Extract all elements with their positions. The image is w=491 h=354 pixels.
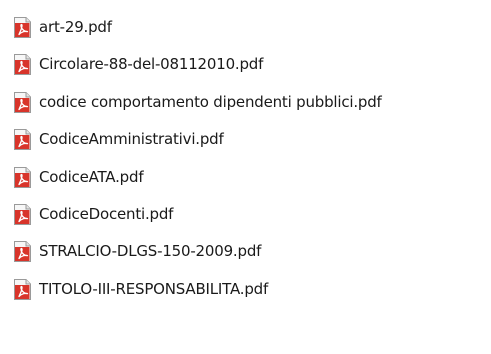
file-item[interactable]: STRALCIO-DLGS-150-2009.pdf xyxy=(11,240,382,263)
file-item[interactable]: TITOLO-III-RESPONSABILITA.pdf xyxy=(11,278,382,301)
file-name: STRALCIO-DLGS-150-2009.pdf xyxy=(39,242,262,261)
pdf-file-icon xyxy=(14,91,31,113)
file-name: TITOLO-III-RESPONSABILITA.pdf xyxy=(39,279,269,298)
pdf-file-icon xyxy=(14,54,31,76)
pdf-file-icon xyxy=(14,278,31,300)
pdf-file-icon xyxy=(14,203,31,225)
pdf-file-icon xyxy=(14,241,31,263)
pdf-file-icon xyxy=(14,17,31,38)
pdf-file-icon xyxy=(14,166,31,188)
file-name: CodiceATA.pdf xyxy=(39,167,144,186)
file-name: Circolare-88-del-08112010.pdf xyxy=(39,55,264,74)
file-item[interactable]: codice comportamento dipendenti pubblici… xyxy=(11,91,382,114)
file-item[interactable]: CodiceDocenti.pdf xyxy=(11,203,382,226)
pdf-file-icon xyxy=(14,129,31,151)
file-item[interactable]: Circolare-88-del-08112010.pdf xyxy=(11,53,382,76)
file-name: CodiceAmministrativi.pdf xyxy=(39,130,224,149)
file-name: CodiceDocenti.pdf xyxy=(39,204,174,223)
file-name: art-29.pdf xyxy=(39,18,112,36)
file-item[interactable]: CodiceAmministrativi.pdf xyxy=(11,128,382,151)
file-name: codice comportamento dipendenti pubblici… xyxy=(39,92,382,111)
file-item[interactable]: art-29.pdf xyxy=(11,16,382,39)
file-list: art-29.pdf Circolare-88-del-08112010.pdf… xyxy=(11,16,382,315)
file-item[interactable]: CodiceATA.pdf xyxy=(11,166,382,189)
